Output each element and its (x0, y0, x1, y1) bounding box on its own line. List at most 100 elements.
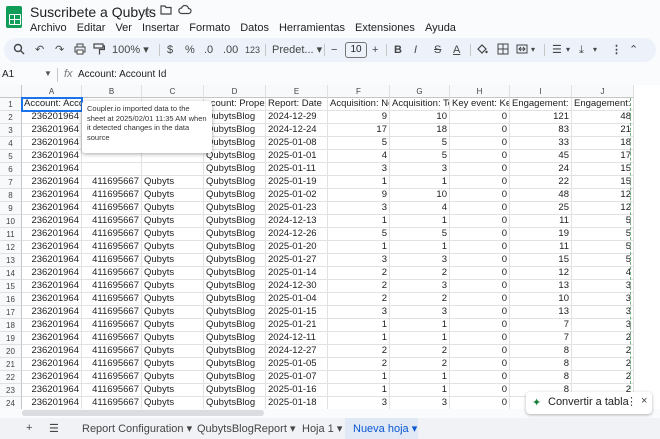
table-cell[interactable]: 236201964 (22, 202, 82, 215)
table-cell[interactable]: 411695667 (82, 306, 142, 319)
table-cell[interactable] (142, 163, 204, 176)
table-cell[interactable]: 25 (510, 202, 572, 215)
table-cell[interactable]: 2024-12-13 (266, 215, 328, 228)
table-cell[interactable]: 0 (450, 228, 510, 241)
table-cell[interactable]: 3 (390, 254, 450, 267)
table-cell[interactable]: Qubyts (142, 332, 204, 345)
chevron-down-icon[interactable]: ▼ (44, 69, 52, 78)
table-cell[interactable]: 0 (450, 176, 510, 189)
header-cell[interactable]: Account: Accoun (22, 98, 82, 111)
table-cell[interactable]: 411695667 (82, 215, 142, 228)
table-cell[interactable]: QubytsBlog (204, 332, 266, 345)
table-cell[interactable]: 2024-12-27 (266, 345, 328, 358)
formula-input[interactable]: Account: Account Id (78, 69, 166, 80)
table-cell[interactable]: 9 (328, 111, 390, 124)
table-cell[interactable]: 3 (328, 202, 390, 215)
table-cell[interactable]: 15 (572, 163, 634, 176)
table-cell[interactable]: 2025-01-07 (266, 371, 328, 384)
table-cell[interactable]: QubytsBlog (204, 189, 266, 202)
table-cell[interactable]: QubytsBlog (204, 124, 266, 137)
table-cell[interactable]: 11 (510, 215, 572, 228)
paint-format-icon[interactable] (93, 43, 106, 59)
table-cell[interactable]: 0 (450, 306, 510, 319)
table-cell[interactable]: 0 (450, 332, 510, 345)
row-header[interactable]: 1 (0, 98, 22, 111)
table-cell[interactable]: 5 (390, 228, 450, 241)
table-cell[interactable]: 411695667 (82, 202, 142, 215)
table-cell[interactable]: 10 (390, 189, 450, 202)
table-cell[interactable]: Qubyts (142, 215, 204, 228)
table-cell[interactable]: 10 (390, 111, 450, 124)
header-cell[interactable]: Acquisition: New (328, 98, 390, 111)
table-cell[interactable]: 19 (510, 228, 572, 241)
fill-color-icon[interactable] (476, 43, 488, 59)
table-cell[interactable]: 1 (390, 176, 450, 189)
column-header[interactable]: G (390, 85, 450, 98)
table-cell[interactable]: 83 (510, 124, 572, 137)
row-header[interactable]: 12 (0, 241, 22, 254)
table-cell[interactable]: 2025-01-01 (266, 150, 328, 163)
table-cell[interactable]: 3 (390, 280, 450, 293)
table-cell[interactable]: 15 (572, 176, 634, 189)
row-header[interactable]: 8 (0, 189, 22, 202)
table-cell[interactable]: 411695667 (82, 241, 142, 254)
menu-insertar[interactable]: Insertar (142, 22, 179, 34)
table-cell[interactable]: 0 (450, 241, 510, 254)
table-cell[interactable]: 411695667 (82, 293, 142, 306)
table-cell[interactable]: 2025-01-23 (266, 202, 328, 215)
table-cell[interactable]: 4 (572, 267, 634, 280)
table-cell[interactable]: 2025-01-14 (266, 267, 328, 280)
table-cell[interactable]: QubytsBlog (204, 176, 266, 189)
table-cell[interactable]: 1 (328, 176, 390, 189)
table-cell[interactable]: 1 (390, 319, 450, 332)
font-select[interactable]: Predet... ▾ (272, 43, 322, 57)
table-cell[interactable]: 21 (572, 124, 634, 137)
table-cell[interactable]: 12 (572, 189, 634, 202)
table-cell[interactable]: 8 (510, 371, 572, 384)
table-cell[interactable]: QubytsBlog (204, 111, 266, 124)
table-cell[interactable]: 18 (390, 124, 450, 137)
table-cell[interactable]: 236201964 (22, 371, 82, 384)
table-cell[interactable]: 1 (390, 241, 450, 254)
header-cell[interactable]: Acquisition: Tota (390, 98, 450, 111)
table-cell[interactable]: 236201964 (22, 163, 82, 176)
table-cell[interactable]: 3 (390, 397, 450, 409)
star-icon[interactable]: ☆ (142, 4, 153, 18)
table-cell[interactable]: 0 (450, 124, 510, 137)
horizontal-scrollbar[interactable] (22, 410, 264, 416)
table-cell[interactable]: 0 (450, 319, 510, 332)
table-cell[interactable]: 1 (390, 384, 450, 397)
table-cell[interactable]: 236201964 (22, 137, 82, 150)
table-cell[interactable]: 236201964 (22, 332, 82, 345)
table-cell[interactable]: 0 (450, 293, 510, 306)
table-cell[interactable]: 2 (328, 358, 390, 371)
table-cell[interactable]: Qubyts (142, 254, 204, 267)
table-cell[interactable]: QubytsBlog (204, 384, 266, 397)
name-box[interactable]: A1 (2, 69, 14, 80)
collapse-toolbar-icon[interactable]: ⌃ (629, 43, 638, 57)
table-cell[interactable]: 3 (328, 254, 390, 267)
row-header[interactable]: 23 (0, 384, 22, 397)
table-cell[interactable]: QubytsBlog (204, 306, 266, 319)
table-cell[interactable]: 7 (510, 319, 572, 332)
chevron-down-icon[interactable]: ▾ (566, 43, 570, 57)
table-cell[interactable]: 4 (328, 150, 390, 163)
vertical-align-icon[interactable]: ⤓ (579, 43, 584, 57)
table-cell[interactable]: 5 (328, 228, 390, 241)
table-cell[interactable]: 22 (510, 176, 572, 189)
table-cell[interactable]: 3 (328, 163, 390, 176)
table-cell[interactable]: 5 (572, 241, 634, 254)
table-cell[interactable]: 13 (510, 306, 572, 319)
chevron-down-icon[interactable]: ▾ (593, 43, 597, 57)
header-cell[interactable]: Report: Date (266, 98, 328, 111)
table-cell[interactable]: 0 (450, 163, 510, 176)
table-cell[interactable]: 18 (572, 137, 634, 150)
borders-icon[interactable] (497, 43, 509, 59)
document-title[interactable]: Suscribete a Qubyts (30, 4, 156, 20)
table-cell[interactable]: 411695667 (82, 280, 142, 293)
convert-to-table-button[interactable]: Convertir a tabla (548, 396, 629, 408)
table-cell[interactable]: Qubyts (142, 371, 204, 384)
table-cell[interactable]: Qubyts (142, 228, 204, 241)
table-cell[interactable]: 9 (328, 189, 390, 202)
table-cell[interactable]: 2025-01-21 (266, 319, 328, 332)
